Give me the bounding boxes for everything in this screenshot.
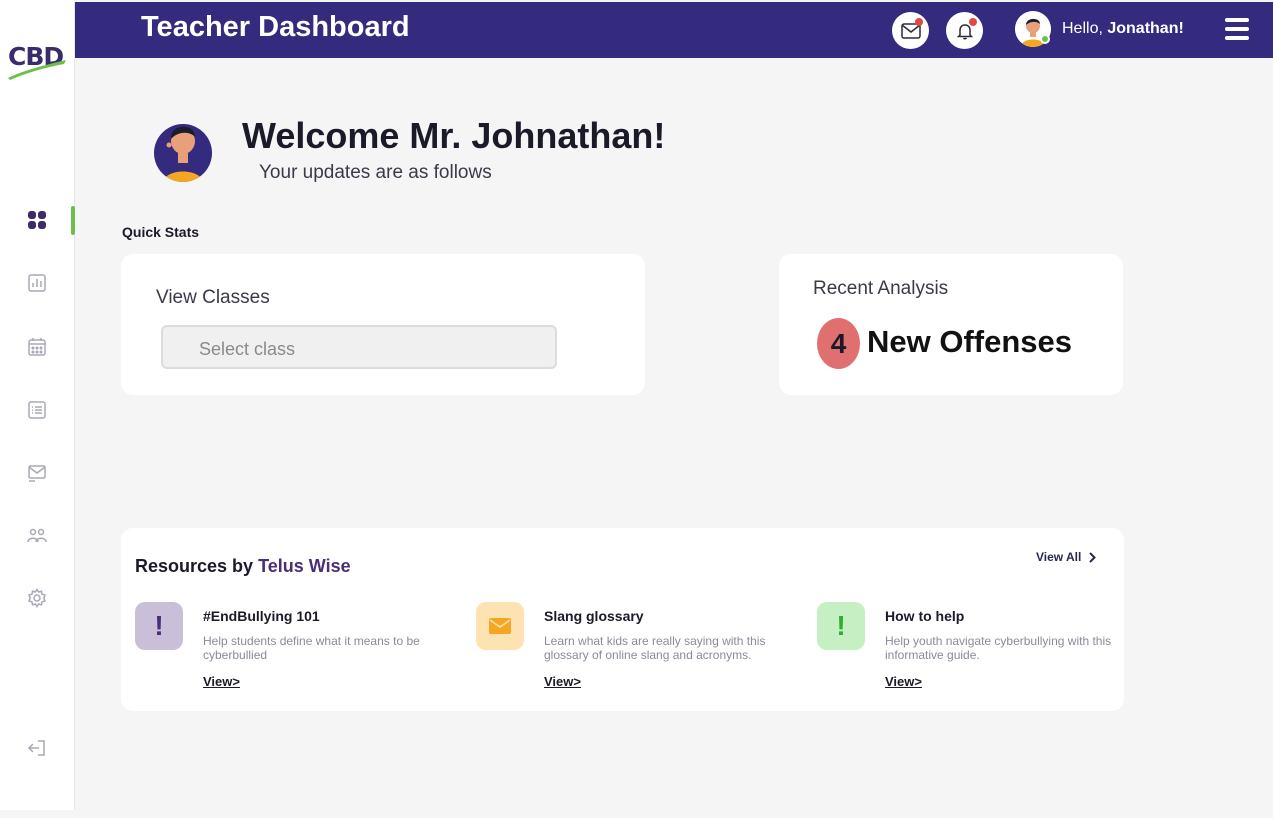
bar-chart-icon: [28, 274, 46, 292]
mail-icon: [28, 465, 46, 482]
offense-count-badge: 4: [817, 318, 860, 369]
hamburger-icon: [1225, 18, 1249, 22]
sidebar-item-calendar[interactable]: [22, 332, 52, 362]
envelope-icon: [476, 602, 524, 650]
messages-button[interactable]: [892, 12, 929, 49]
sidebar-item-analytics[interactable]: [22, 268, 52, 298]
logout-icon: [27, 740, 45, 756]
welcome-title: Welcome Mr. Johnathan!: [242, 115, 666, 156]
resource-item-slang-glossary: Slang glossary Learn what kids are reall…: [476, 602, 796, 702]
class-select-placeholder: Select class: [199, 339, 296, 359]
resource-view-link[interactable]: View>: [885, 674, 922, 689]
new-offenses-label: New Offenses: [867, 324, 1073, 359]
exclamation-icon: !: [135, 602, 183, 650]
hamburger-menu-button[interactable]: [1225, 18, 1249, 40]
resource-description: Help youth navigate cyberbullying with t…: [885, 634, 1112, 662]
sidebar-item-settings[interactable]: [22, 583, 52, 613]
notifications-dot: [969, 18, 977, 26]
resource-item-how-to-help: ! How to help Help youth navigate cyberb…: [817, 602, 1137, 702]
resources-brand: Telus Wise: [258, 556, 351, 576]
resource-title: Slang glossary: [544, 608, 644, 624]
logo-swoosh-icon: [8, 60, 66, 80]
view-all-link[interactable]: View All: [1036, 550, 1097, 564]
settings-icon: [27, 588, 47, 608]
calendar-icon: [28, 338, 46, 356]
resource-item-endbullying: ! #EndBullying 101 Help students define …: [135, 602, 455, 702]
sidebar-item-dashboard[interactable]: [22, 205, 52, 235]
top-bar: Teacher Dashboard Hello, Jonathan!: [75, 2, 1273, 58]
resource-view-link[interactable]: View>: [544, 674, 581, 689]
online-status-dot: [1040, 34, 1050, 44]
greeting-prefix: Hello,: [1062, 20, 1108, 37]
resources-heading: Resources by Telus Wise: [135, 556, 351, 577]
user-greeting: Hello, Jonathan!: [1062, 20, 1184, 38]
view-classes-card: View Classes Select class: [121, 254, 645, 395]
sidebar-item-users[interactable]: [22, 521, 52, 551]
view-classes-title: View Classes: [156, 287, 270, 308]
nav-active-indicator: [71, 206, 75, 235]
view-all-label: View All: [1036, 550, 1082, 564]
logout-button[interactable]: [22, 733, 52, 763]
resource-description: Help students define what it means to be…: [203, 634, 420, 662]
teacher-avatar-icon: [154, 124, 212, 182]
welcome-avatar: [154, 119, 212, 183]
resources-heading-prefix: Resources by: [135, 556, 259, 576]
dashboard-icon: [28, 211, 46, 229]
class-select[interactable]: Select class: [161, 325, 557, 369]
list-icon: [28, 401, 46, 419]
resource-view-link[interactable]: View>: [203, 674, 240, 689]
resource-title: How to help: [885, 608, 965, 624]
notifications-button[interactable]: [946, 12, 983, 49]
recent-analysis-card[interactable]: Recent Analysis 4 New Offenses: [779, 254, 1123, 395]
sidebar: CBD: [0, 0, 75, 810]
greeting-user-name: Jonathan!: [1107, 20, 1184, 37]
sidebar-item-messages[interactable]: [22, 458, 52, 488]
recent-analysis-title: Recent Analysis: [813, 278, 949, 299]
resource-title: #EndBullying 101: [203, 608, 320, 624]
users-icon: [27, 528, 47, 543]
welcome-subtitle: Your updates are as follows: [259, 162, 492, 183]
chevron-right-icon: [1089, 551, 1097, 563]
sidebar-item-list[interactable]: [22, 395, 52, 425]
resource-description: Learn what kids are really saying with t…: [544, 634, 766, 662]
quick-stats-label: Quick Stats: [122, 224, 200, 240]
resources-card: Resources by Telus Wise View All ! #EndB…: [121, 528, 1124, 711]
cbd-logo[interactable]: CBD: [6, 42, 68, 82]
exclamation-icon: !: [817, 602, 865, 650]
page-title: Teacher Dashboard: [141, 11, 410, 43]
messages-notification-dot: [915, 18, 923, 26]
